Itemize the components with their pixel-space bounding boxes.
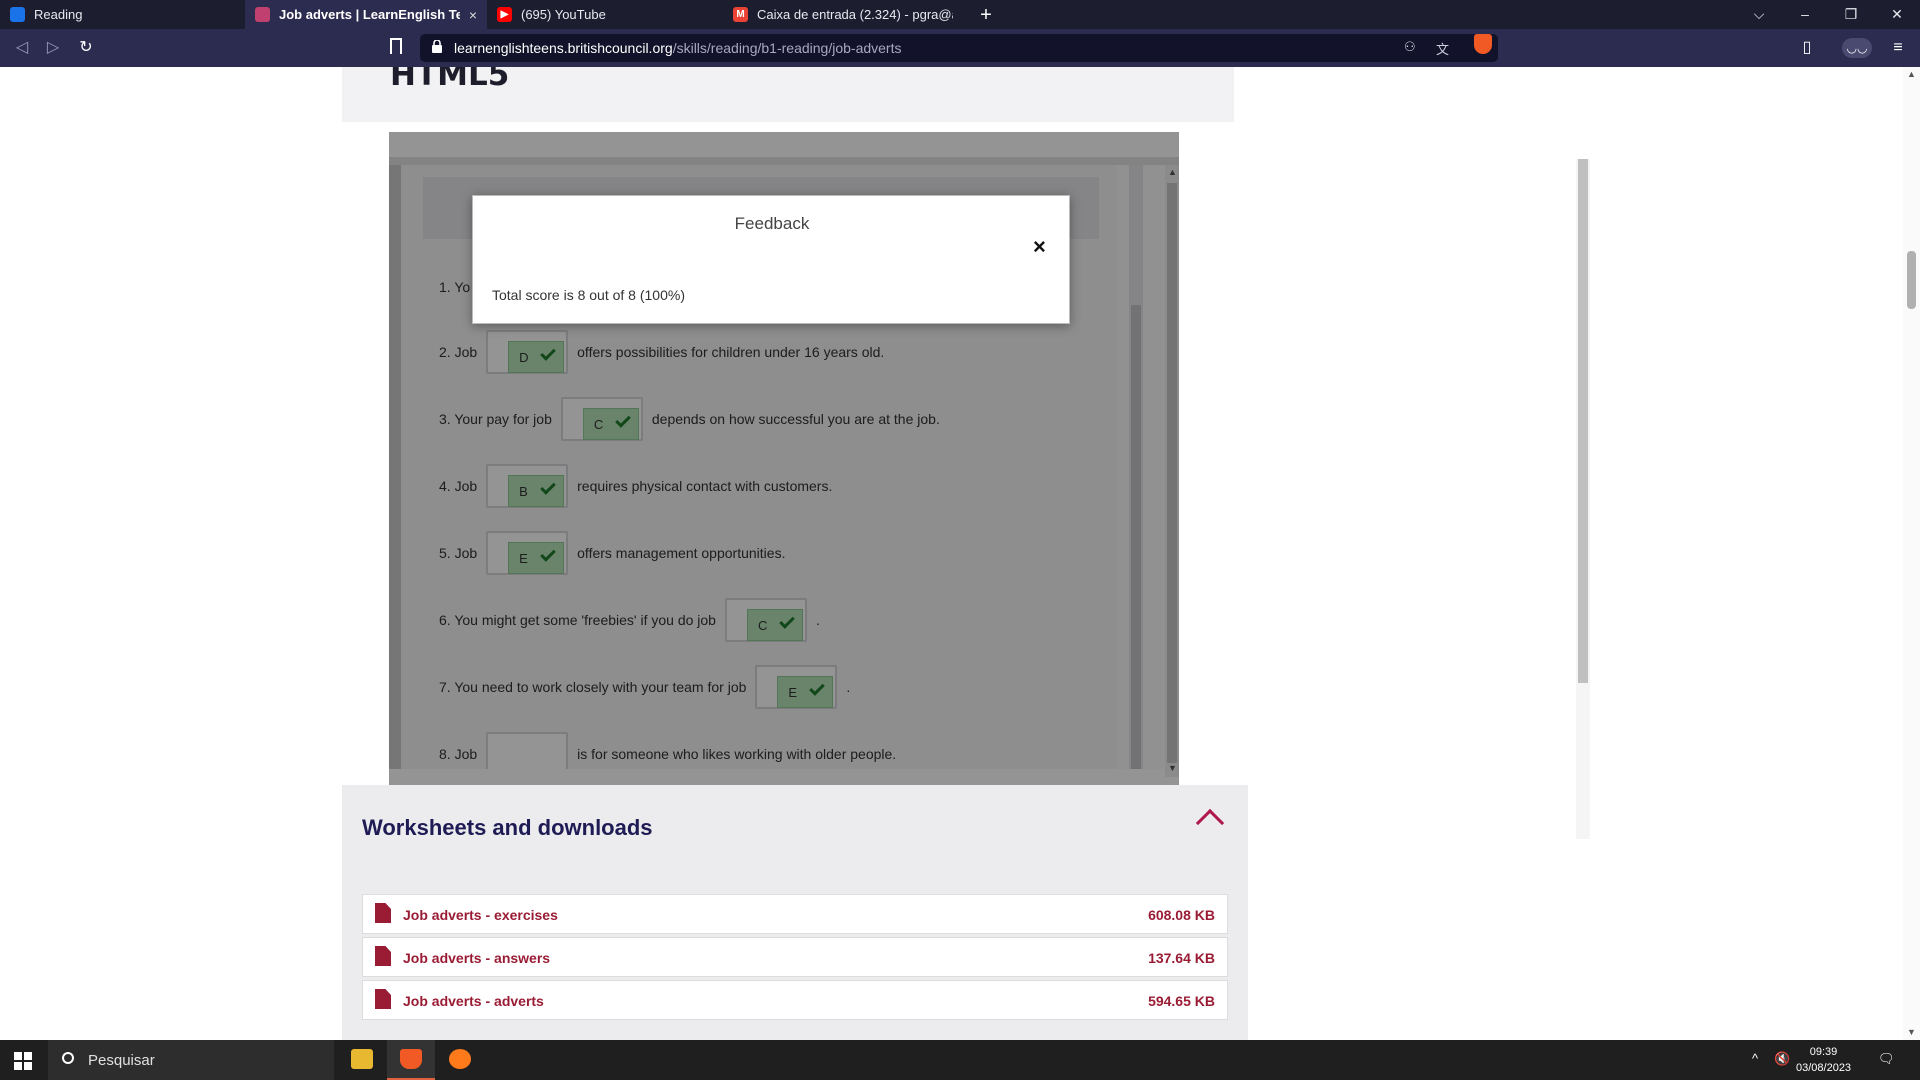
reading-favicon-icon bbox=[10, 7, 25, 22]
scroll-up-icon[interactable]: ▲ bbox=[1907, 69, 1916, 79]
file-icon bbox=[375, 903, 391, 923]
minimize-button[interactable]: – bbox=[1782, 0, 1828, 29]
taskbar-search[interactable]: Pesquisar bbox=[48, 1040, 334, 1080]
page-scrollbar[interactable]: ▲ ▼ bbox=[1903, 67, 1920, 1040]
address-bar[interactable]: learnenglishteens.britishcouncil.org/ski… bbox=[420, 34, 1498, 62]
taskbar: Pesquisar ^ 🔇 09:39 03/08/2023 🗨 bbox=[0, 1040, 1920, 1080]
close-window-button[interactable]: ✕ bbox=[1874, 0, 1920, 29]
scrollbar-thumb[interactable] bbox=[1578, 159, 1588, 683]
tab-label: Caixa de entrada (2.324) - pgra@alun bbox=[757, 7, 953, 22]
back-button[interactable]: ◁ bbox=[10, 36, 34, 60]
url-text: learnenglishteens.britishcouncil.org/ski… bbox=[454, 40, 901, 56]
outer-scrollbar[interactable] bbox=[1576, 159, 1590, 839]
bookmark-icon[interactable] bbox=[390, 38, 402, 54]
learnenglish-favicon-icon bbox=[255, 7, 270, 22]
page-heading: HTML5 bbox=[390, 67, 510, 93]
tray-chevron-icon[interactable]: ^ bbox=[1752, 1051, 1758, 1066]
file-size: 594.65 KB bbox=[1148, 993, 1215, 1009]
download-link[interactable]: Job adverts - answers bbox=[403, 950, 550, 966]
search-icon bbox=[62, 1052, 74, 1064]
feedback-dialog: Feedback × Total score is 8 out of 8 (10… bbox=[472, 195, 1070, 324]
feedback-title: Feedback bbox=[734, 214, 810, 233]
url-path: /skills/reading/b1-reading/job-adverts bbox=[672, 40, 902, 56]
tracker-icon[interactable]: ⚇ bbox=[1404, 39, 1416, 55]
page-content: HTML5 1. Yo 2. Job D offers possibilitie… bbox=[0, 67, 1920, 1040]
new-tab-button[interactable]: + bbox=[973, 2, 999, 28]
worksheets-title: Worksheets and downloads bbox=[362, 815, 653, 840]
download-link[interactable]: Job adverts - exercises bbox=[403, 907, 558, 923]
hero-band: HTML5 bbox=[342, 67, 1234, 122]
tab-reading[interactable]: Reading bbox=[0, 0, 245, 29]
tab-label: Job adverts | LearnEnglish Teens bbox=[279, 7, 460, 22]
lock-icon bbox=[432, 40, 442, 53]
brave-browser-icon[interactable] bbox=[387, 1040, 435, 1080]
brave-shields-icon[interactable] bbox=[1474, 34, 1492, 54]
scroll-down-icon[interactable]: ▼ bbox=[1907, 1027, 1916, 1037]
clock-time: 09:39 bbox=[1809, 1046, 1838, 1058]
reload-button[interactable]: ↻ bbox=[74, 36, 98, 60]
firefox-icon[interactable] bbox=[436, 1040, 484, 1080]
close-icon[interactable]: × bbox=[1033, 234, 1046, 260]
volume-muted-icon[interactable]: 🔇 bbox=[1774, 1051, 1790, 1067]
tab-job-adverts[interactable]: Job adverts | LearnEnglish Teens × bbox=[245, 0, 487, 29]
youtube-favicon-icon: ▶ bbox=[497, 7, 512, 22]
file-icon bbox=[375, 989, 391, 1009]
file-size: 137.64 KB bbox=[1148, 950, 1215, 966]
chevron-up-icon[interactable] bbox=[1195, 808, 1225, 838]
tab-label: (695) YouTube bbox=[521, 7, 606, 22]
tab-list-button[interactable]: ⌵ bbox=[1736, 0, 1782, 29]
forward-button[interactable]: ▷ bbox=[41, 36, 65, 60]
download-row[interactable]: Job adverts - exercises 608.08 KB bbox=[362, 894, 1228, 934]
score-text: Total score is 8 out of 8 (100%) bbox=[492, 287, 685, 303]
windows-start-icon[interactable] bbox=[0, 1040, 46, 1080]
system-clock[interactable]: 09:39 03/08/2023 bbox=[1796, 1044, 1851, 1076]
file-size: 608.08 KB bbox=[1148, 907, 1215, 923]
gmail-favicon-icon: M bbox=[733, 7, 748, 22]
tab-bar: Reading Job adverts | LearnEnglish Teens… bbox=[0, 0, 1920, 29]
worksheets-section: Worksheets and downloads Job adverts - e… bbox=[342, 785, 1248, 1040]
tab-youtube[interactable]: ▶ (695) YouTube bbox=[487, 0, 723, 29]
download-row[interactable]: Job adverts - answers 137.64 KB bbox=[362, 937, 1228, 977]
file-icon bbox=[375, 946, 391, 966]
scrollbar-thumb[interactable] bbox=[1907, 251, 1916, 309]
notifications-icon[interactable]: 🗨 bbox=[1878, 1051, 1895, 1067]
menu-button[interactable]: ≡ bbox=[1886, 36, 1910, 60]
search-input[interactable]: Pesquisar bbox=[88, 1052, 155, 1069]
sidebar-toggle-icon[interactable]: ▯ bbox=[1795, 36, 1819, 60]
download-row[interactable]: Job adverts - adverts 594.65 KB bbox=[362, 980, 1228, 1020]
translate-icon[interactable]: 文 bbox=[1436, 39, 1449, 58]
url-domain: learnenglishteens.britishcouncil.org bbox=[454, 40, 673, 56]
wallet-button[interactable]: ◡◡ bbox=[1842, 38, 1872, 58]
browser-toolbar: ◁ ▷ ↻ learnenglishteens.britishcouncil.o… bbox=[0, 29, 1920, 67]
tab-label: Reading bbox=[34, 7, 83, 22]
download-link[interactable]: Job adverts - adverts bbox=[403, 993, 544, 1009]
close-tab-icon[interactable]: × bbox=[469, 7, 477, 23]
file-explorer-icon[interactable] bbox=[338, 1040, 386, 1080]
tab-gmail[interactable]: M Caixa de entrada (2.324) - pgra@alun bbox=[723, 0, 963, 29]
clock-date: 03/08/2023 bbox=[1796, 1062, 1852, 1074]
restore-button[interactable]: ❐ bbox=[1828, 0, 1874, 29]
